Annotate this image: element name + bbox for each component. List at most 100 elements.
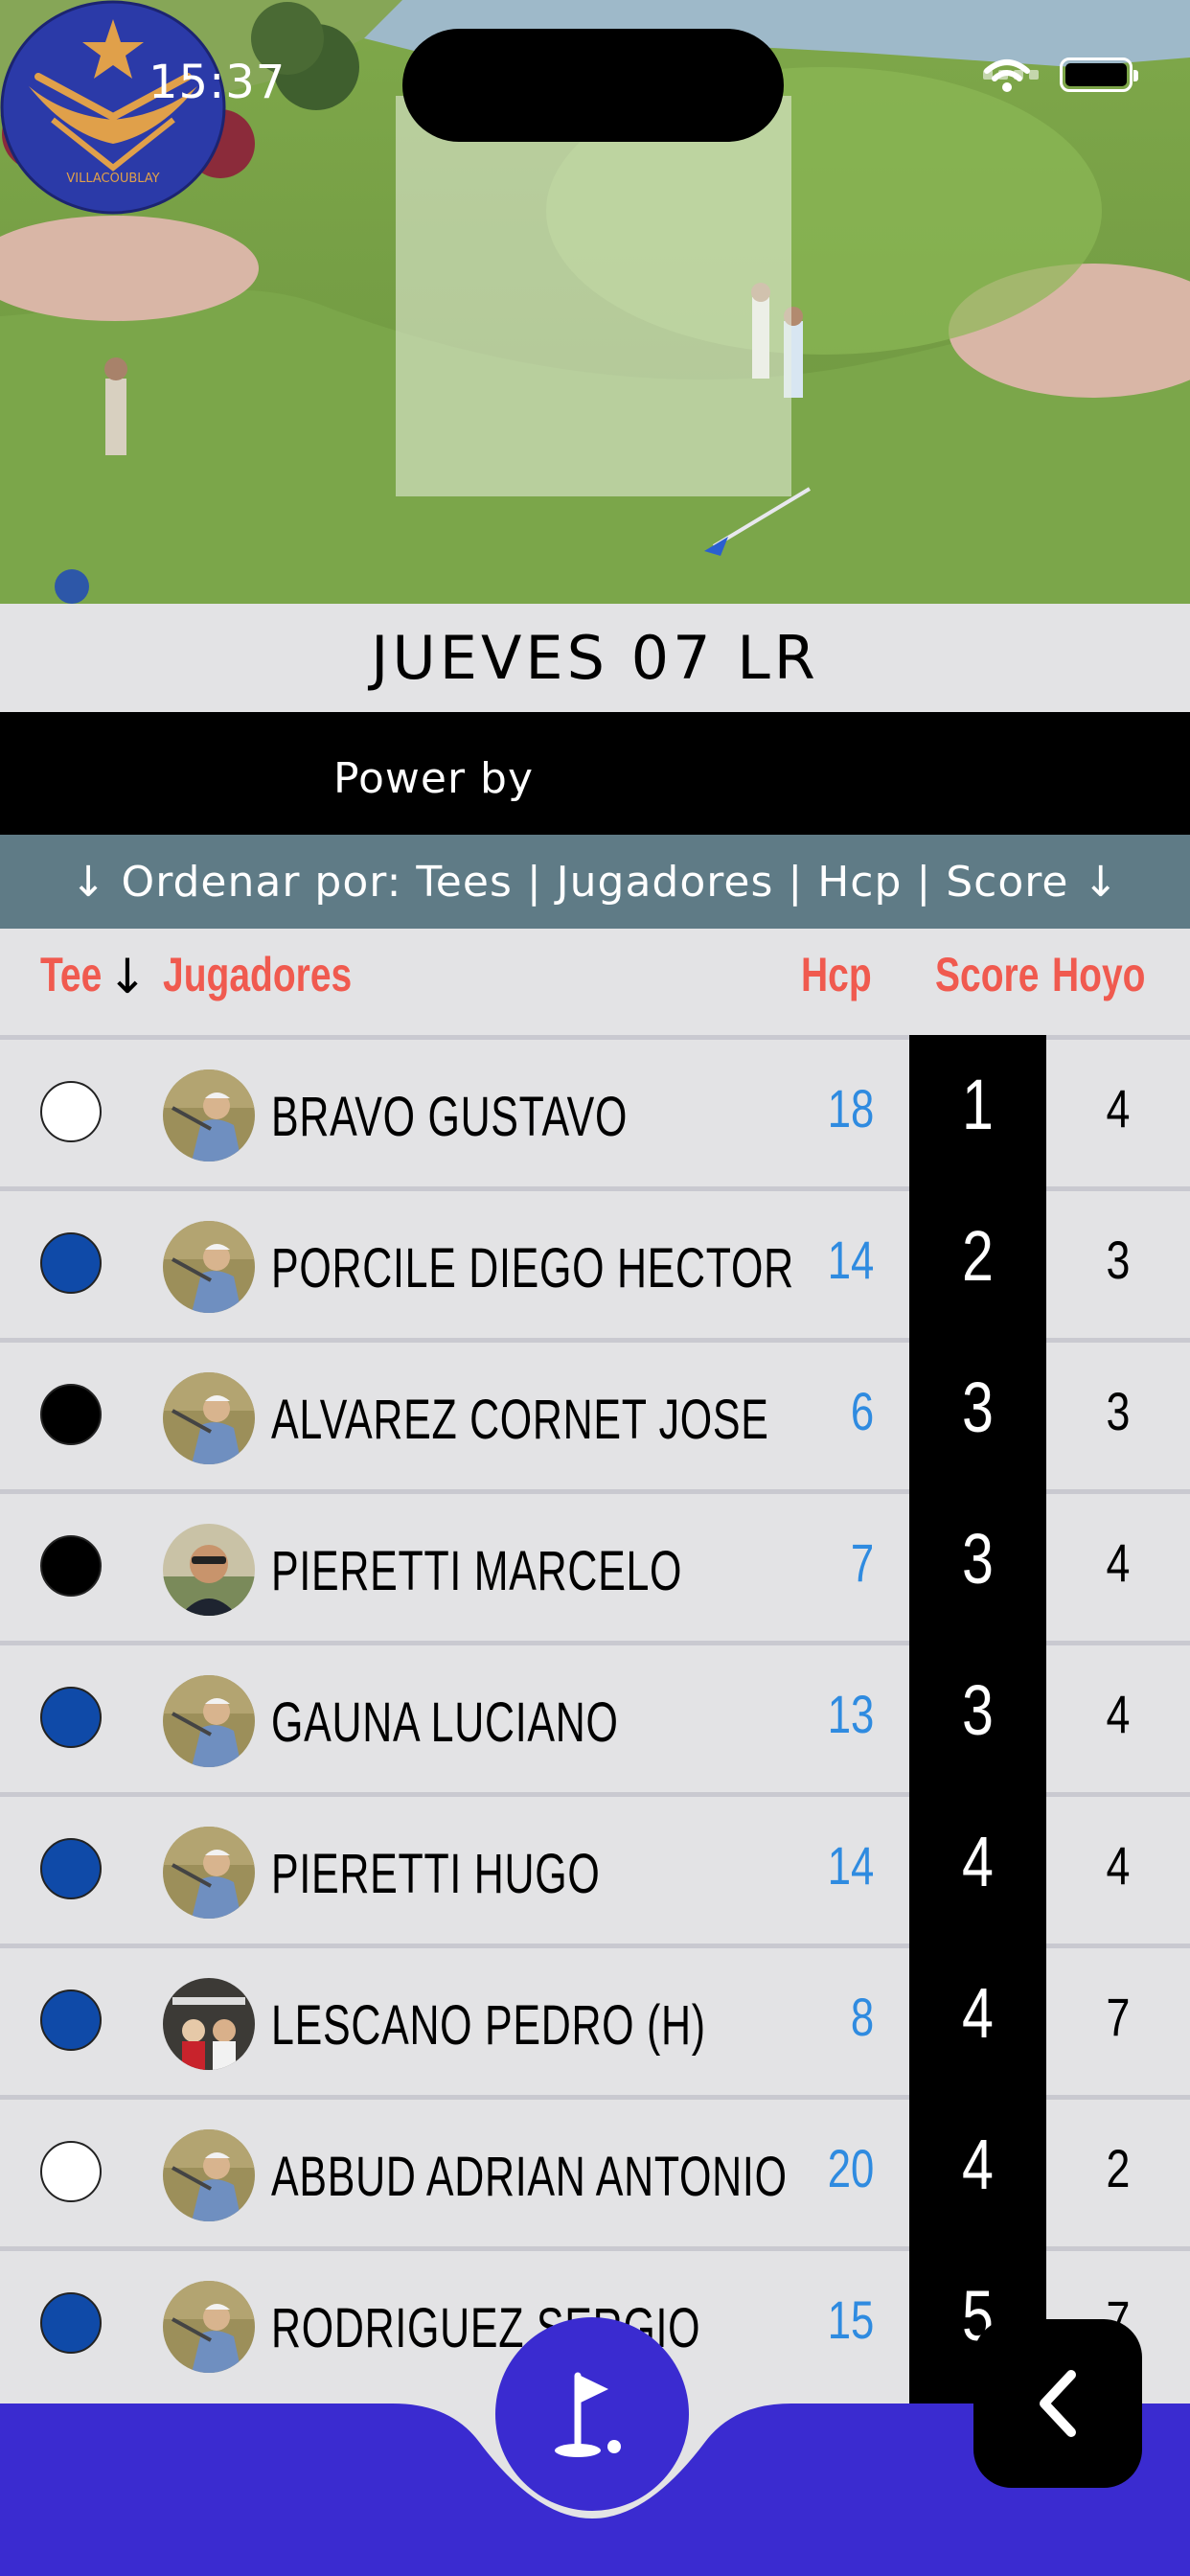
player-hole: 4 [1106, 1684, 1131, 1744]
chevron-left-icon [1040, 2370, 1076, 2437]
row-divider [0, 1338, 909, 1343]
player-score: 2 [962, 1216, 994, 1296]
row-divider [1046, 1035, 1190, 1040]
player-score: 3 [962, 1670, 994, 1750]
player-hole: 4 [1106, 1835, 1131, 1896]
row-divider [0, 1641, 909, 1645]
player-avatar [163, 1978, 255, 2070]
player-score: 4 [962, 1822, 994, 1901]
tee-color-dot [40, 1838, 102, 1899]
row-divider [1046, 1792, 1190, 1797]
club-logo-card [396, 96, 791, 496]
status-time: 15:37 [149, 56, 286, 109]
tee-color-dot [40, 1687, 102, 1748]
player-avatar [163, 1372, 255, 1464]
player-name: PIERETTI HUGO [271, 1843, 601, 1905]
column-header-tee[interactable]: Tee [40, 947, 102, 1002]
row-divider [0, 2095, 909, 2100]
player-hcp: 14 [827, 1230, 874, 1290]
player-score: 1 [962, 1065, 994, 1144]
column-header-score[interactable]: Score [935, 947, 1039, 1002]
row-divider [0, 1186, 909, 1191]
header-banner: VILLACOUBLAY 15:37 [0, 0, 1190, 604]
player-hcp: 8 [850, 1987, 874, 2047]
player-row[interactable]: PORCILE DIEGO HECTOR 14 2 3 [0, 1186, 1190, 1338]
row-divider [1046, 2246, 1190, 2251]
row-divider [1046, 1338, 1190, 1343]
row-divider [1046, 2095, 1190, 2100]
player-hcp: 20 [827, 2138, 874, 2198]
tee-color-dot [40, 1232, 102, 1294]
player-hcp: 6 [850, 1381, 874, 1441]
row-divider [0, 1035, 909, 1040]
player-name: GAUNA LUCIANO [271, 1691, 619, 1754]
column-header-hcp[interactable]: Hcp [801, 947, 872, 1002]
sort-arrow-icon: ↓ [107, 949, 148, 1004]
status-icons [983, 58, 1138, 92]
player-row[interactable]: BRAVO GUSTAVO 18 1 4 [0, 1035, 1190, 1186]
player-row[interactable]: LESCANO PEDRO (H) 8 4 7 [0, 1944, 1190, 2095]
player-hole: 2 [1106, 2138, 1131, 2198]
player-name: ABBUD ADRIAN ANTONIO [271, 2146, 788, 2208]
sponsor-label: Power by [333, 754, 534, 803]
player-name: PORCILE DIEGO HECTOR [271, 1237, 794, 1300]
player-row[interactable]: ABBUD ADRIAN ANTONIO 20 4 2 [0, 2095, 1190, 2246]
player-hcp: 13 [827, 1684, 874, 1744]
player-hole: 3 [1106, 1230, 1131, 1290]
player-avatar [163, 1070, 255, 1162]
player-hcp: 18 [827, 1078, 874, 1138]
player-name: BRAVO GUSTAVO [271, 1086, 629, 1148]
player-hcp: 7 [850, 1532, 874, 1593]
player-row[interactable]: ALVAREZ CORNET JOSE 6 3 3 [0, 1338, 1190, 1489]
player-score: 3 [962, 1519, 994, 1598]
row-divider [0, 1944, 909, 1948]
player-score: 3 [962, 1368, 994, 1447]
player-name: PIERETTI MARCELO [271, 1540, 683, 1602]
player-hole: 4 [1106, 1078, 1131, 1138]
event-title-bar: JUEVES 07 LR [0, 604, 1190, 712]
sort-label[interactable]: ↓ Ordenar por: Tees | Jugadores | Hcp | … [71, 858, 1120, 907]
player-hole: 3 [1106, 1381, 1131, 1441]
player-row[interactable]: PIERETTI MARCELO 7 3 4 [0, 1489, 1190, 1641]
row-divider [0, 1792, 909, 1797]
tee-color-dot [40, 2292, 102, 2354]
player-avatar [163, 1524, 255, 1616]
tee-color-dot [40, 1081, 102, 1142]
row-divider [0, 1489, 909, 1494]
row-divider [1046, 1489, 1190, 1494]
player-avatar [163, 2281, 255, 2373]
row-divider [1046, 1944, 1190, 1948]
column-header-players[interactable]: Jugadores [163, 947, 352, 1002]
row-divider [1046, 1641, 1190, 1645]
wifi-icon [984, 59, 1030, 92]
player-avatar [163, 1827, 255, 1919]
tee-color-dot [40, 1535, 102, 1597]
dynamic-island [402, 29, 784, 142]
player-avatar [163, 2129, 255, 2221]
player-row[interactable]: GAUNA LUCIANO 13 3 4 [0, 1641, 1190, 1792]
player-hcp: 15 [827, 2289, 874, 2350]
player-score: 4 [962, 2125, 994, 2204]
golf-flag-icon [555, 2372, 621, 2457]
sponsor-bar: Power by [0, 712, 1190, 835]
event-title: JUEVES 07 LR [371, 623, 819, 693]
golf-flag-button[interactable] [495, 2317, 689, 2511]
player-row[interactable]: PIERETTI HUGO 14 4 4 [0, 1792, 1190, 1944]
player-score: 4 [962, 1973, 994, 2053]
player-hole: 7 [1106, 1987, 1131, 2047]
player-avatar [163, 1221, 255, 1313]
row-divider [0, 2246, 909, 2251]
row-divider [1046, 1186, 1190, 1191]
tee-color-dot [40, 1990, 102, 2051]
club-logo-text: VILLACOUBLAY [66, 172, 159, 186]
battery-icon [1060, 58, 1138, 92]
player-avatar [163, 1675, 255, 1767]
player-name: LESCANO PEDRO (H) [271, 1994, 706, 2057]
tee-color-dot [40, 2141, 102, 2202]
player-hcp: 14 [827, 1835, 874, 1896]
player-name: ALVAREZ CORNET JOSE [271, 1389, 769, 1451]
column-header-hole[interactable]: Hoyo [1052, 947, 1146, 1002]
sort-bar[interactable]: ↓ Ordenar por: Tees | Jugadores | Hcp | … [0, 835, 1190, 929]
player-hole: 4 [1106, 1532, 1131, 1593]
back-button[interactable] [973, 2319, 1142, 2488]
